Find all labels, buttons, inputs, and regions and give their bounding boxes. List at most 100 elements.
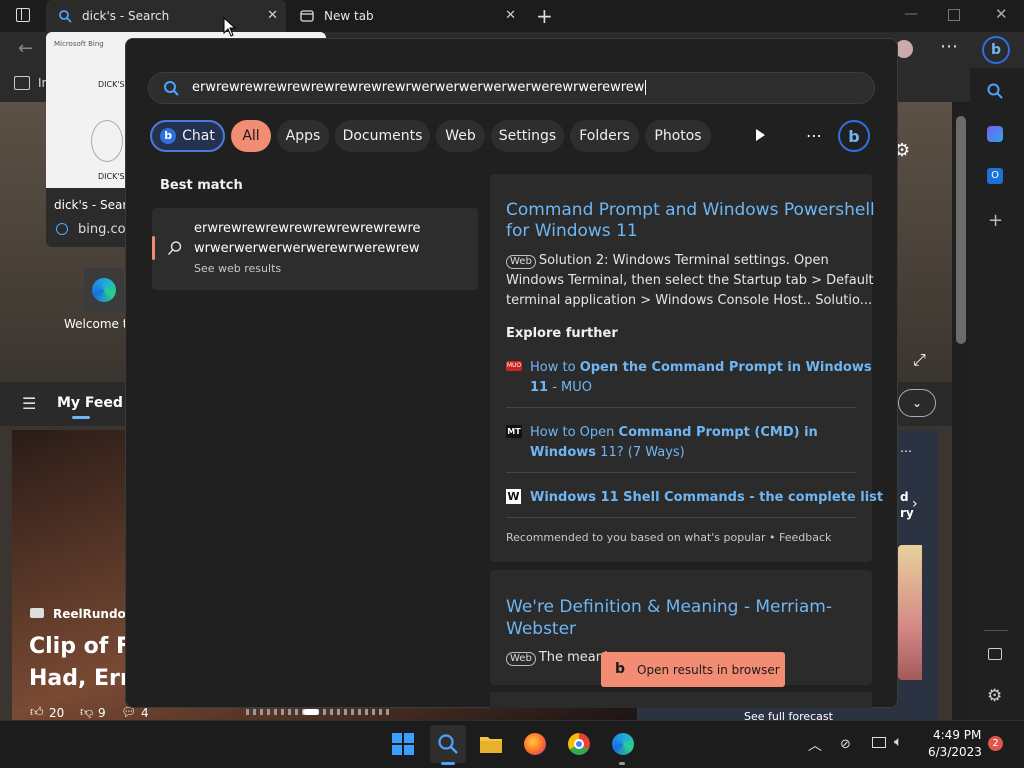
divider — [506, 472, 856, 473]
file-explorer-icon[interactable] — [476, 729, 506, 759]
dislike-count: 9 — [98, 706, 106, 720]
tab-dicks-search[interactable]: dick's - Search ✕ — [46, 0, 286, 32]
copilot-icon[interactable] — [987, 126, 1003, 142]
search-icon — [163, 80, 180, 101]
filter-folders[interactable]: Folders — [570, 120, 639, 152]
edge-icon[interactable] — [608, 729, 638, 759]
recommendation-footer[interactable]: Recommended to you based on what's popul… — [506, 531, 831, 544]
firefox-icon[interactable] — [520, 729, 550, 759]
filter-documents[interactable]: Documents — [335, 120, 430, 152]
filter-all[interactable]: All — [231, 120, 271, 152]
bing-chat-icon[interactable]: b — [838, 120, 870, 152]
chevron-up-icon[interactable]: ︿ — [808, 735, 822, 755]
settings-gear-icon[interactable]: ⚙ — [987, 686, 1002, 706]
best-match-heading: Best match — [160, 178, 243, 193]
edge-icon — [92, 278, 116, 302]
tab-new-tab[interactable]: New tab ✕ — [288, 0, 524, 32]
result-title-line1[interactable]: Command Prompt and Windows Powershell — [506, 200, 875, 220]
outlook-icon[interactable]: O — [987, 168, 1003, 184]
sidebar-toggle-icon[interactable] — [988, 648, 1002, 660]
search-icon[interactable] — [430, 725, 466, 763]
filter-photos[interactable]: Photos — [645, 120, 711, 152]
open-results-in-browser-button[interactable]: b Open results in browser — [601, 652, 785, 687]
news-headline-line1[interactable]: Clip of Fl — [29, 634, 139, 659]
bing-icon: b — [160, 128, 177, 144]
sidebar-divider — [984, 630, 1008, 631]
result2-title-line2[interactable]: Webster — [506, 619, 576, 639]
like-icon[interactable]: 👍︎ — [30, 705, 44, 720]
volume-icon[interactable]: 🔈︎ — [894, 734, 902, 750]
search-input[interactable]: erwrewrewrewrewrewrewrewrewrwerwerwerwer… — [148, 72, 875, 104]
best-match-item[interactable]: erwrewrewrewrewrewrewrewrewre wrwerwerwe… — [152, 208, 478, 290]
search-icon — [167, 240, 183, 260]
result-preview-card-3 — [490, 692, 872, 708]
filter-settings[interactable]: Settings — [491, 120, 564, 152]
result2-title-line1[interactable]: We're Definition & Meaning - Merriam- — [506, 597, 832, 617]
search-query: erwrewrewrewrewrewrewrewrewrwerwerwerwer… — [192, 80, 645, 95]
bing-copilot-icon[interactable]: b — [982, 36, 1010, 64]
new-tab-page-icon — [300, 9, 314, 23]
muo-logo-icon: MUO — [506, 361, 522, 371]
clock-date[interactable]: 6/3/2023 — [928, 745, 982, 759]
tile-edge[interactable] — [84, 268, 124, 312]
chevron-down-icon[interactable]: ⌄ — [898, 389, 936, 417]
page-scrollbar[interactable] — [952, 102, 970, 720]
weather-text1: d — [900, 490, 909, 504]
search-icon[interactable] — [986, 82, 1004, 104]
chrome-icon[interactable] — [564, 729, 594, 759]
w-logo-icon: W — [506, 489, 521, 504]
menu-icon[interactable]: ☰ — [22, 394, 36, 413]
tab-underline — [72, 416, 90, 419]
explore-further-heading: Explore further — [506, 326, 618, 341]
tab-actions-icon[interactable] — [16, 8, 30, 22]
bing-logo-icon: b — [615, 661, 626, 677]
title-bar: dick's - Search ✕ New tab ✕ + — ✕ — [0, 0, 1024, 32]
tab-title: New tab — [324, 9, 374, 23]
like-count: 20 — [49, 706, 65, 720]
import-favorites-icon[interactable] — [14, 76, 30, 90]
comment-count: 4 — [141, 706, 149, 720]
back-arrow-icon[interactable]: ← — [18, 38, 33, 59]
my-feed-tab[interactable]: My Feed — [57, 395, 123, 411]
minimize-button[interactable]: — — [904, 6, 918, 22]
more-options-icon[interactable]: ⋯ — [940, 36, 958, 57]
close-window-button[interactable]: ✕ — [995, 5, 1008, 23]
result-title-line2[interactable]: for Windows 11 — [506, 221, 638, 241]
tab-title: dick's - Search — [82, 9, 170, 23]
dislike-icon[interactable]: 👎︎ — [80, 705, 93, 720]
filter-chat[interactable]: b Chat — [150, 120, 225, 152]
source-logo-icon — [30, 608, 44, 618]
windows-start-icon[interactable] — [388, 729, 418, 759]
network-disconnected-icon[interactable]: ⊘ — [840, 737, 851, 752]
best-match-title-line2: wrwerwerwerwerwerewrwerewrew — [194, 241, 420, 256]
carousel-active-dot — [303, 709, 319, 715]
taskbar — [0, 720, 1024, 768]
restore-button[interactable] — [948, 9, 960, 21]
new-tab-button[interactable]: + — [536, 4, 553, 28]
best-match-subtitle: See web results — [194, 262, 282, 275]
result-snippet-line2: Windows Terminal, then select the Startu… — [506, 273, 874, 288]
active-app-indicator — [441, 762, 455, 765]
search-icon — [58, 9, 72, 23]
expand-icon[interactable]: ⤢ — [913, 350, 926, 370]
scrollbar-thumb[interactable] — [956, 116, 966, 344]
weather-more-icon[interactable]: ⋯ — [900, 444, 912, 458]
close-icon[interactable]: ✕ — [505, 8, 516, 23]
play-icon[interactable] — [754, 127, 766, 146]
close-icon[interactable]: ✕ — [267, 8, 278, 23]
divider — [506, 407, 856, 408]
globe-icon — [56, 223, 68, 235]
more-filters-icon[interactable]: ⋯ — [806, 126, 822, 145]
divider — [506, 517, 856, 518]
clock-time[interactable]: 4:49 PM — [933, 728, 981, 742]
web-tag: Web — [506, 652, 536, 666]
chevron-right-icon[interactable]: › — [912, 496, 918, 512]
web-tag: Web — [506, 255, 536, 269]
display-icon[interactable] — [872, 737, 886, 748]
notification-badge[interactable]: 2 — [988, 736, 1003, 751]
filter-apps[interactable]: Apps — [277, 120, 329, 152]
best-match-title-line1: erwrewrewrewrewrewrewrewrewre — [194, 221, 421, 236]
add-icon[interactable]: + — [988, 210, 1003, 231]
filter-web[interactable]: Web — [436, 120, 485, 152]
running-app-indicator — [619, 762, 625, 765]
